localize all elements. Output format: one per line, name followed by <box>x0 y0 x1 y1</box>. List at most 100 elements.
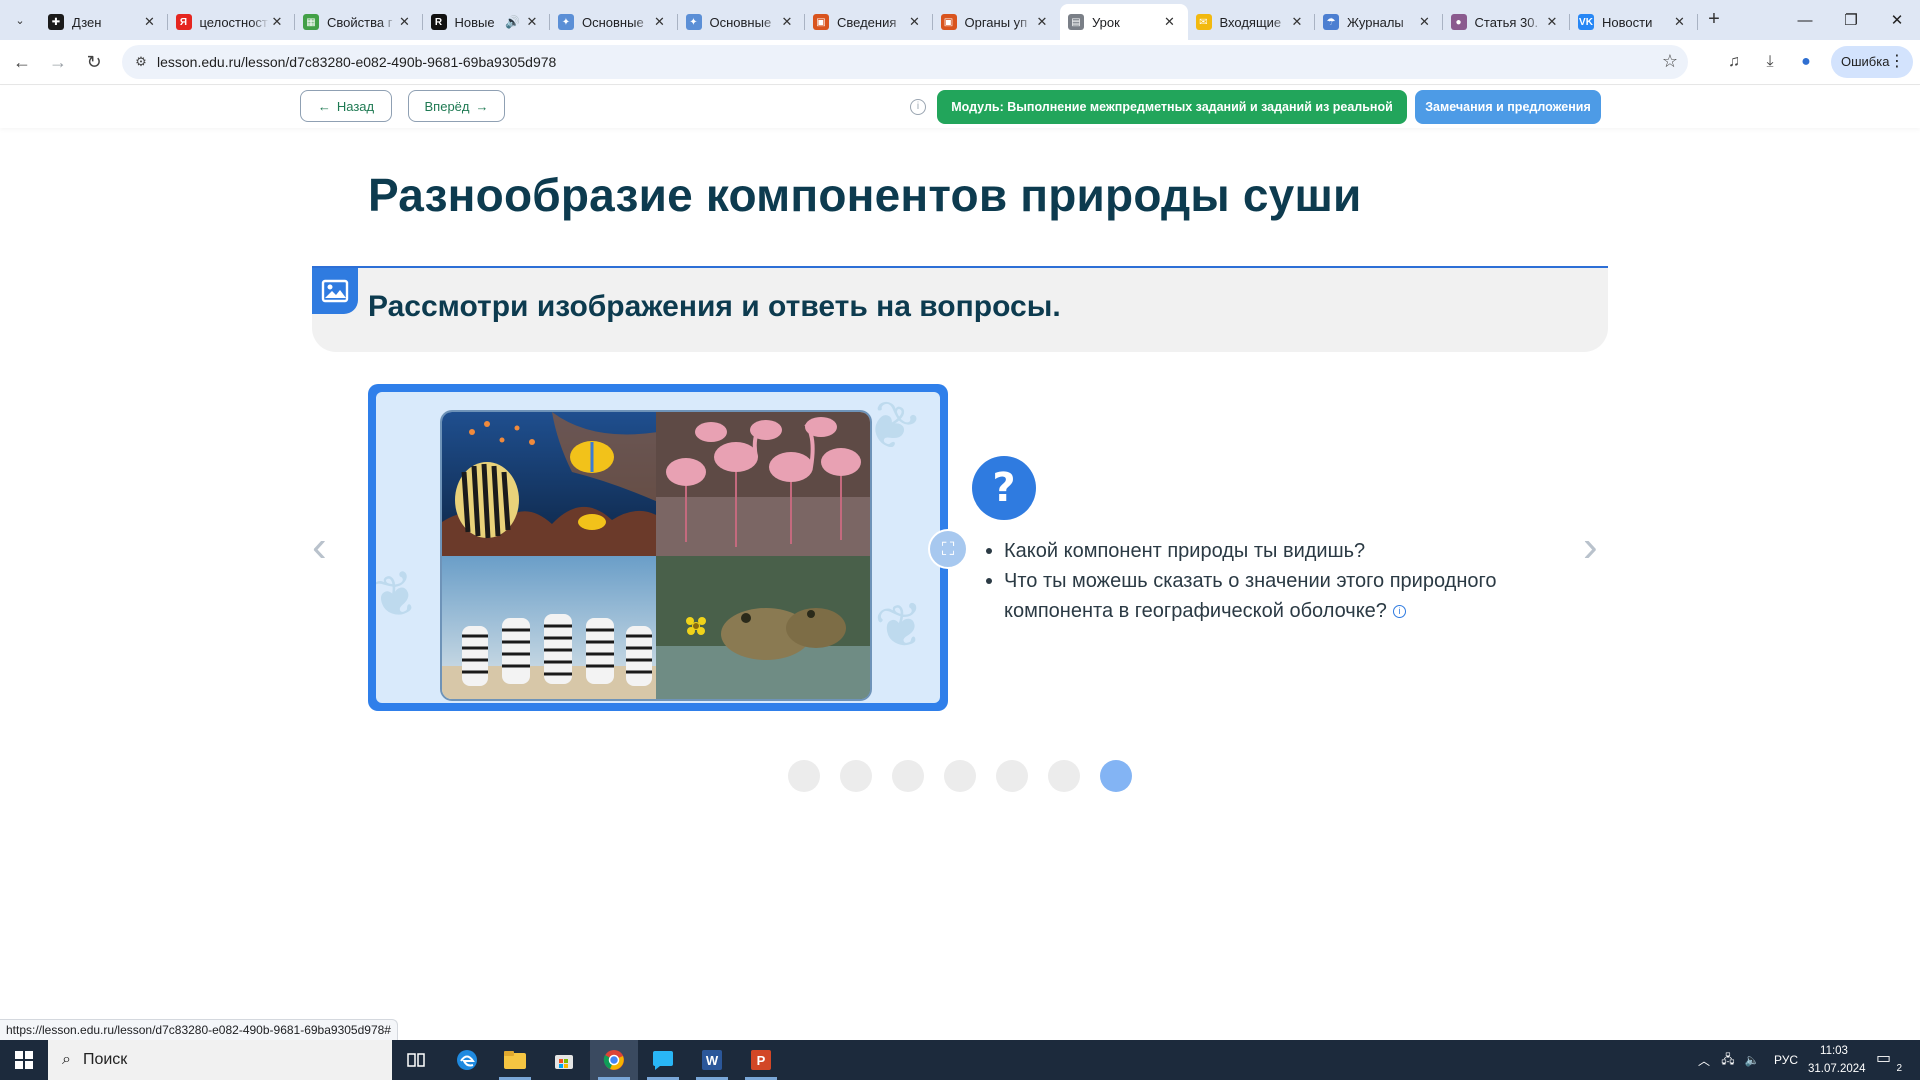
tab-close-icon[interactable]: ✕ <box>1672 14 1688 30</box>
remarks-button[interactable]: Замечания и предложения <box>1415 90 1601 124</box>
word-icon[interactable]: W <box>688 1040 736 1080</box>
module-button[interactable]: Модуль: Выполнение межпредметных заданий… <box>937 90 1407 148</box>
powerpoint-icon[interactable]: P <box>737 1040 785 1080</box>
tray-chevron-up-icon[interactable]: ︿ <box>1694 1040 1714 1080</box>
system-clock[interactable]: 11:03 31.07.2024 <box>1808 1042 1866 1078</box>
browser-tab[interactable]: ▤ Урок ✕ <box>1060 4 1188 40</box>
tab-close-icon[interactable]: ✕ <box>1544 14 1560 30</box>
tab-favicon-icon: ▦ <box>303 14 319 30</box>
browser-tab[interactable]: ▣ Органы уп ✕ <box>933 4 1061 40</box>
network-icon[interactable]: 🖧 <box>1718 1040 1738 1080</box>
lesson-top-bar: ← Назад Вперёд → i Модуль: Выполнение ме… <box>0 86 1920 148</box>
chrome-icon[interactable] <box>590 1040 638 1080</box>
pagination-dot[interactable] <box>1100 760 1132 792</box>
image-card[interactable]: ❦ ❦ ❦ <box>368 384 948 711</box>
image-card-inner: ❦ ❦ ❦ <box>376 392 940 703</box>
tab-favicon-icon: ▤ <box>1068 14 1084 30</box>
search-icon: ⌕ <box>62 1051 71 1068</box>
tab-favicon-icon: Я <box>175 14 192 30</box>
pagination-dot[interactable] <box>840 760 872 792</box>
pagination-dot[interactable] <box>944 760 976 792</box>
info-icon[interactable]: i <box>910 99 926 115</box>
svg-text:P: P <box>757 1053 766 1068</box>
pagination-dot[interactable] <box>1048 760 1080 792</box>
tab-title: Основные <box>709 14 772 30</box>
menu-dots-icon[interactable]: ⋮ <box>1889 46 1905 78</box>
browser-tab[interactable]: ● Статья 30. ✕ <box>1443 4 1571 40</box>
browser-tab[interactable]: ☂ Журналы ✕ <box>1315 4 1443 40</box>
leaf-decoration-icon: ❦ <box>870 589 932 664</box>
browser-tab[interactable]: VK Новости ✕ <box>1570 4 1698 40</box>
minimize-button[interactable]: — <box>1782 0 1828 40</box>
pagination-dot[interactable] <box>788 760 820 792</box>
new-tab-button[interactable]: + <box>1702 8 1726 32</box>
tab-close-icon[interactable]: ✕ <box>524 14 540 30</box>
bookmark-star-icon[interactable]: ☆ <box>1662 51 1678 72</box>
browser-tab[interactable]: R Новые 🔊 ✕ <box>423 4 551 40</box>
browser-tab[interactable]: ✦ Основные ✕ <box>550 4 678 40</box>
volume-icon[interactable]: 🔈 <box>1742 1040 1762 1080</box>
pagination-dot[interactable] <box>996 760 1028 792</box>
store-icon[interactable] <box>540 1040 588 1080</box>
tab-close-icon[interactable]: ✕ <box>269 14 285 30</box>
reload-icon[interactable]: ↻ <box>80 48 108 76</box>
carousel-next-chevron-icon[interactable]: › <box>1583 525 1607 571</box>
task-view-icon[interactable] <box>392 1040 440 1080</box>
tab-title: целостность <box>199 14 270 30</box>
tab-audio-icon[interactable]: 🔊 <box>505 15 520 29</box>
tab-close-icon[interactable]: ✕ <box>1162 14 1178 30</box>
tab-favicon-icon: ☂ <box>1323 14 1339 30</box>
taskbar-search[interactable]: ⌕ Поиск <box>48 1040 392 1080</box>
tab-close-icon[interactable]: ✕ <box>142 14 158 30</box>
carousel-prev-chevron-icon[interactable]: ‹ <box>312 525 336 571</box>
tab-search-chevron-icon[interactable]: ⌄ <box>8 8 32 32</box>
address-bar[interactable]: ⚙ lesson.edu.ru/lesson/d7c83280-e082-490… <box>122 45 1688 79</box>
browser-tab[interactable]: ✉ Входящие ✕ <box>1188 4 1316 40</box>
tab-close-icon[interactable]: ✕ <box>652 14 668 30</box>
tab-close-icon[interactable]: ✕ <box>397 14 413 30</box>
forward-button-label: Вперёд <box>424 98 470 114</box>
task-header: Рассмотри изображения и ответь на вопрос… <box>312 266 1608 352</box>
tab-close-icon[interactable]: ✕ <box>779 14 795 30</box>
edge-icon[interactable] <box>443 1040 491 1080</box>
browser-tab[interactable]: Яцелостность ✕ <box>168 4 296 40</box>
frogs-image <box>656 555 870 699</box>
fullscreen-expand-icon[interactable]: ⛶ <box>928 529 968 569</box>
forward-button[interactable]: Вперёд → <box>408 90 505 122</box>
tab-title: Журналы <box>1347 14 1404 30</box>
messenger-app-icon[interactable] <box>639 1040 687 1080</box>
close-window-button[interactable]: ✕ <box>1874 0 1920 40</box>
forward-arrow-icon[interactable]: → <box>44 48 72 76</box>
tab-close-icon[interactable]: ✕ <box>1034 14 1050 30</box>
notification-count: 2 <box>1894 1063 1904 1074</box>
site-info-icon[interactable]: ⚙ <box>132 53 150 71</box>
browser-tab[interactable]: ▦ Свойства г ✕ <box>295 4 423 40</box>
profile-icon[interactable]: ● <box>1794 50 1818 74</box>
restore-button[interactable]: ❐ <box>1828 0 1874 40</box>
carousel-pagination <box>788 760 1132 792</box>
file-explorer-icon[interactable] <box>491 1040 539 1080</box>
notification-center-icon[interactable]: ▭ 2 <box>1876 1048 1904 1074</box>
tab-title: Новости <box>1602 14 1653 30</box>
back-button[interactable]: ← Назад <box>300 90 392 122</box>
question-info-icon[interactable]: i <box>1392 605 1406 619</box>
arrow-right-icon: → <box>475 98 489 114</box>
tab-favicon-icon: ✦ <box>685 14 702 30</box>
download-icon[interactable]: ⤓ <box>1758 50 1782 74</box>
image-icon <box>312 268 358 314</box>
back-arrow-icon[interactable]: ← <box>8 48 36 76</box>
tab-close-icon[interactable]: ✕ <box>1289 14 1305 30</box>
pagination-dot[interactable] <box>892 760 924 792</box>
tab-close-icon[interactable]: ✕ <box>1417 14 1433 30</box>
media-controls-icon[interactable]: ♫ <box>1722 50 1746 74</box>
windows-start-icon[interactable] <box>0 1040 48 1080</box>
browser-tab[interactable]: ✚ Дзен ✕ <box>40 4 168 40</box>
tab-close-icon[interactable]: ✕ <box>907 14 923 30</box>
language-indicator[interactable]: РУС <box>1768 1040 1804 1080</box>
browser-tab[interactable]: ✦ Основные ✕ <box>678 4 806 40</box>
browser-tab[interactable]: ▣ Сведения ✕ <box>805 4 933 40</box>
flamingos-image <box>656 412 870 556</box>
profile-error-button[interactable]: Ошибка ⋮ <box>1831 46 1913 78</box>
tab-title: Дзен <box>72 14 102 30</box>
taskbar-search-placeholder: Поиск <box>82 1051 128 1068</box>
